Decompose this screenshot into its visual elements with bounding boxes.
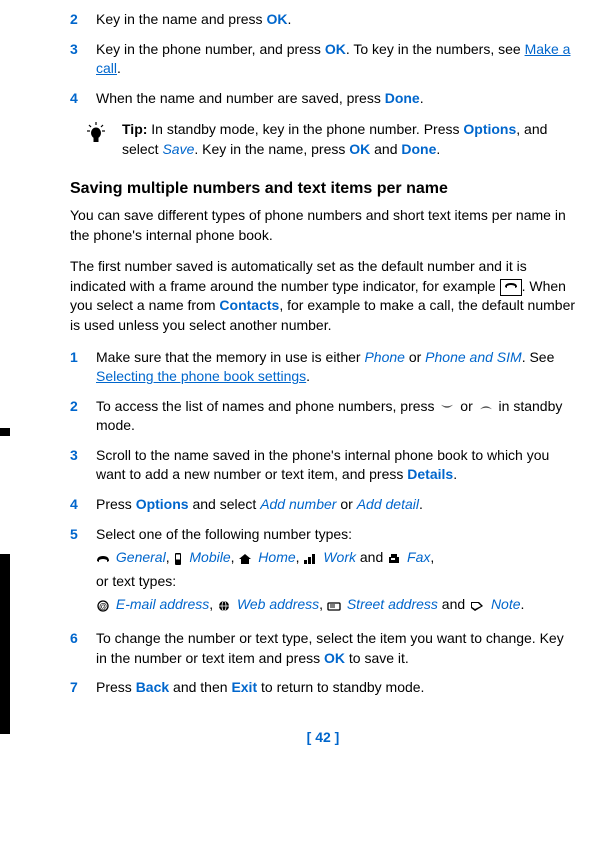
step-number: 6	[70, 629, 96, 668]
link-text: Done	[385, 90, 420, 106]
number-types-line: General, Mobile, Home, Work and Fax,	[96, 548, 576, 568]
text-types-line: @ E-mail address, Web address, Street ad…	[96, 595, 576, 615]
print-crop-mark	[0, 554, 10, 734]
link-text: Details	[407, 466, 453, 482]
note-icon	[469, 600, 485, 612]
step-number: 3	[70, 446, 96, 485]
type-label: Web address	[237, 596, 319, 612]
link-text: Add detail	[357, 496, 419, 512]
step-body: To change the number or text type, selec…	[96, 629, 576, 668]
arrow-down-icon	[438, 404, 456, 410]
step-number: 5	[70, 525, 96, 619]
svg-text:@: @	[99, 602, 107, 611]
step-item: 6To change the number or text type, sele…	[70, 629, 576, 668]
type-label: Home	[258, 549, 295, 565]
mobile-icon	[173, 552, 183, 566]
link-text: OK	[349, 141, 370, 157]
link-text: Phone and SIM	[425, 349, 522, 365]
link-text: Back	[136, 679, 169, 695]
work-icon	[303, 553, 317, 565]
link-text: OK	[324, 650, 345, 666]
paragraph: The first number saved is automatically …	[70, 257, 576, 335]
step-item: 1Make sure that the memory in use is eit…	[70, 348, 576, 387]
step-text: or text types:	[96, 572, 576, 592]
link-text: Options	[136, 496, 189, 512]
paragraph: You can save different types of phone nu…	[70, 206, 576, 245]
phone-icon	[96, 553, 110, 565]
link-text: OK	[325, 41, 346, 57]
step-body: Press Options and select Add number or A…	[96, 495, 576, 515]
link-text: Add number	[260, 496, 336, 512]
type-label: Fax	[407, 549, 430, 565]
type-label: General	[116, 549, 166, 565]
link-text: Options	[463, 121, 516, 137]
step-body: Scroll to the name saved in the phone's …	[96, 446, 576, 485]
step-item: 7Press Back and then Exit to return to s…	[70, 678, 576, 698]
step-body: Key in the name and press OK.	[96, 10, 576, 30]
link-text: Exit	[231, 679, 257, 695]
lightbulb-icon	[70, 120, 122, 159]
step-number: 3	[70, 40, 96, 79]
link-text: Done	[401, 141, 436, 157]
step-item: 3Scroll to the name saved in the phone's…	[70, 446, 576, 485]
page-content: 2Key in the name and press OK.3Key in th…	[0, 0, 604, 771]
step-body: To access the list of names and phone nu…	[96, 397, 576, 436]
step-body: When the name and number are saved, pres…	[96, 89, 576, 109]
step-number: 4	[70, 495, 96, 515]
web-icon	[217, 600, 231, 612]
link-text: Contacts	[219, 297, 279, 313]
type-label: Street address	[347, 596, 438, 612]
step-number: 7	[70, 678, 96, 698]
section-heading: Saving multiple numbers and text items p…	[70, 178, 576, 200]
step-body: Press Back and then Exit to return to st…	[96, 678, 576, 698]
step-number: 1	[70, 348, 96, 387]
step-number: 2	[70, 10, 96, 30]
type-label: Note	[491, 596, 521, 612]
step-item: 4Press Options and select Add number or …	[70, 495, 576, 515]
link-text: OK	[266, 11, 287, 27]
step-body: Select one of the following number types…	[96, 525, 576, 619]
type-label: Mobile	[189, 549, 230, 565]
arrow-up-icon	[477, 404, 495, 410]
home-icon	[238, 553, 252, 565]
step-item: 5 Select one of the following number typ…	[70, 525, 576, 619]
step-item: 4When the name and number are saved, pre…	[70, 89, 576, 109]
step-number: 2	[70, 397, 96, 436]
tip-callout: Tip: In standby mode, key in the phone n…	[70, 120, 576, 159]
step-text: Select one of the following number types…	[96, 525, 576, 545]
fax-icon	[387, 553, 401, 565]
framed-phone-icon	[500, 279, 522, 296]
step-item: 3Key in the phone number, and press OK. …	[70, 40, 576, 79]
tip-text: Tip: In standby mode, key in the phone n…	[122, 120, 576, 159]
link-text: Save	[162, 141, 194, 157]
step-body: Key in the phone number, and press OK. T…	[96, 40, 576, 79]
link-text: Selecting the phone book settings	[96, 368, 306, 384]
email-icon: @	[96, 600, 110, 612]
page-number: [ 42 ]	[70, 728, 576, 748]
step-item: 2To access the list of names and phone n…	[70, 397, 576, 436]
tip-label: Tip:	[122, 121, 147, 137]
street-icon	[327, 600, 341, 612]
step-body: Make sure that the memory in use is eith…	[96, 348, 576, 387]
print-crop-mark	[0, 428, 10, 436]
step-item: 2Key in the name and press OK.	[70, 10, 576, 30]
link-text: Phone	[364, 349, 404, 365]
type-label: Work	[323, 549, 356, 565]
type-label: E-mail address	[116, 596, 209, 612]
step-number: 4	[70, 89, 96, 109]
